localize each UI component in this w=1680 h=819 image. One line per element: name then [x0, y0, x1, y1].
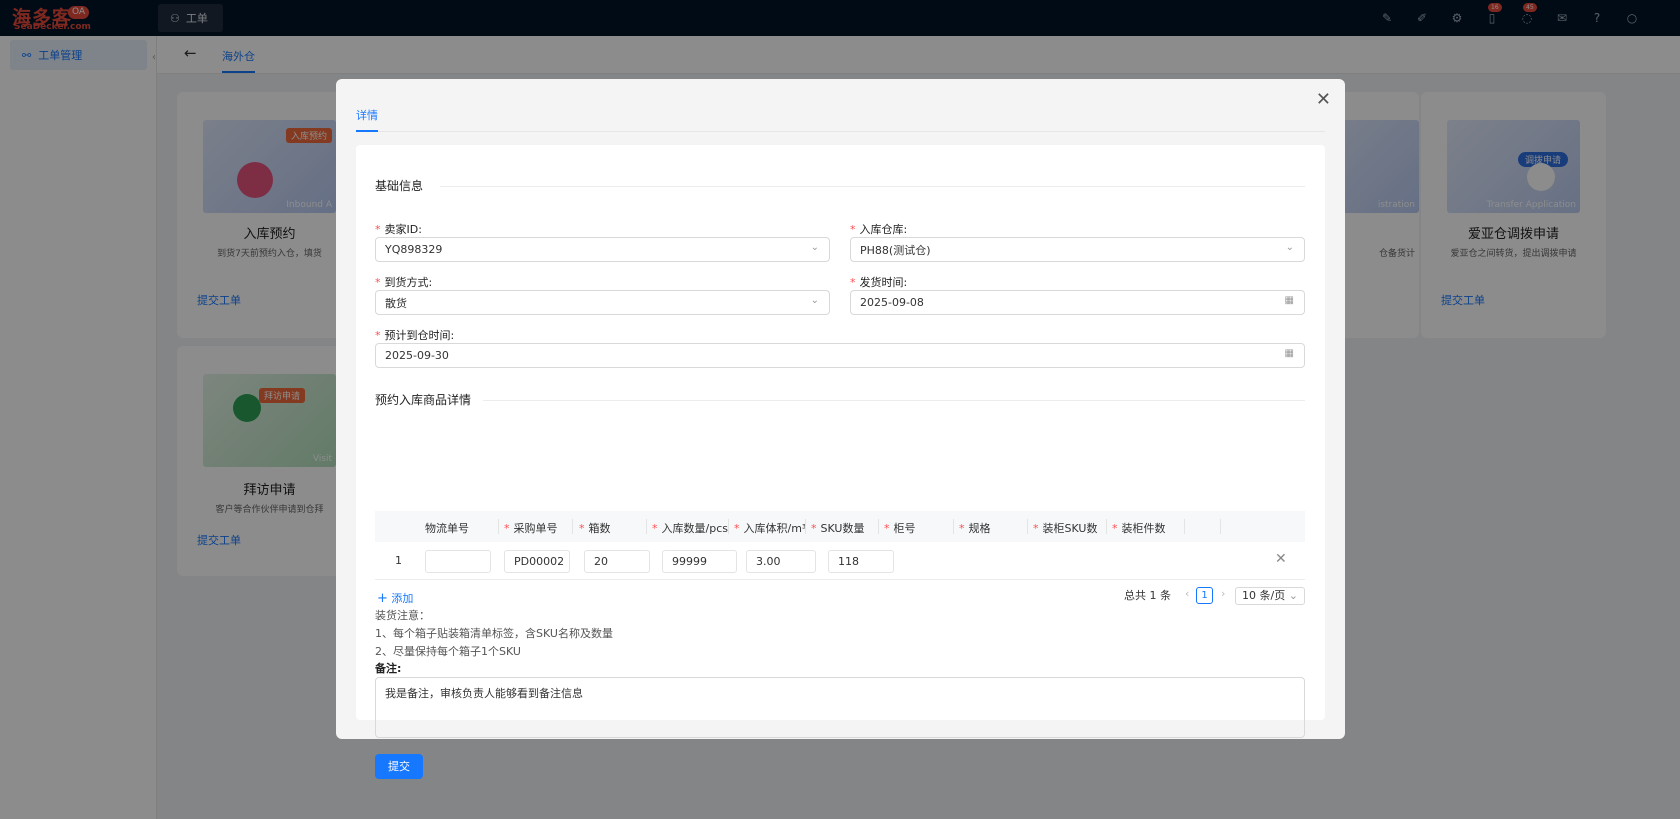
col-sep: [953, 519, 954, 534]
col-po-no: * 采购单号: [504, 522, 558, 535]
chevron-down-icon: ⌄: [1288, 589, 1298, 602]
qty-input[interactable]: 99999: [662, 550, 737, 573]
submit-button[interactable]: 提交: [375, 754, 423, 779]
ship-time-label: * 发货时间:: [850, 276, 908, 289]
add-row-button[interactable]: + 添加: [377, 590, 413, 606]
pager-next-icon[interactable]: ›: [1221, 587, 1225, 600]
seller-id-label: * 卖家ID:: [375, 223, 422, 236]
col-spec: * 规格: [959, 522, 991, 535]
col-container-pcs: * 装柜件数: [1112, 522, 1166, 535]
ship-time-picker[interactable]: 2025-09-08 ▦: [850, 290, 1305, 315]
boxes-input[interactable]: 20: [584, 550, 650, 573]
col-qty: * 入库数量/pcs: [652, 522, 728, 535]
col-volume: * 入库体积/m³: [734, 522, 807, 535]
col-sku: * SKU数量: [811, 522, 865, 535]
remark-textarea[interactable]: 我是备注，审核负责人能够看到备注信息: [375, 677, 1305, 738]
po-no-input[interactable]: PD00002: [504, 550, 570, 573]
volume-input[interactable]: 3.00: [746, 550, 816, 573]
col-sep: [498, 519, 499, 534]
tab-underline: [356, 130, 378, 132]
chevron-down-icon: ⌄: [1285, 242, 1294, 253]
col-logistics-no: 物流单号: [425, 522, 469, 535]
col-container-sku: * 装柜SKU数: [1033, 522, 1098, 535]
goods-table-header: 物流单号 * 采购单号 * 箱数 * 入库数量/pcs * 入库体积/m³ * SKU数量…: [375, 511, 1305, 542]
row-index: 1: [395, 554, 402, 567]
arrival-method-label: * 到货方式:: [375, 276, 433, 289]
section-divider: [440, 186, 1305, 187]
logistics-no-input[interactable]: [425, 550, 491, 573]
chevron-down-icon: ⌄: [810, 242, 819, 253]
col-sep: [572, 519, 573, 534]
section-basic-info: 基础信息: [375, 177, 423, 194]
section-divider: [483, 400, 1305, 401]
note-line: 2、尽量保持每个箱子1个SKU: [375, 645, 521, 658]
pager-page[interactable]: 1: [1196, 587, 1213, 604]
col-container-no: * 柜号: [884, 522, 916, 535]
remark-label: 备注:: [375, 662, 402, 675]
col-sep: [1220, 519, 1221, 534]
col-sep: [878, 519, 879, 534]
note-line: 1、每个箱子贴装箱清单标签，含SKU名称及数量: [375, 627, 613, 640]
eta-picker[interactable]: 2025-09-30 ▦: [375, 343, 1305, 368]
tab-divider: [356, 131, 1325, 132]
col-sep: [805, 519, 806, 534]
calendar-icon: ▦: [1284, 295, 1294, 306]
plus-icon: +: [377, 591, 388, 606]
arrival-method-select[interactable]: 散货 ⌄: [375, 290, 830, 315]
col-sep: [646, 519, 647, 534]
seller-id-select[interactable]: YQ898329 ⌄: [375, 237, 830, 262]
note-line: 装货注意：: [375, 609, 430, 622]
col-sep: [1184, 519, 1185, 534]
table-row: 1 PD00002 20 99999 3.00 118 ✕: [375, 542, 1305, 580]
section-title: 基础信息: [375, 179, 424, 193]
eta-label: * 预计到仓时间:: [375, 329, 455, 342]
section-title: 预约入库商品详情: [375, 393, 472, 407]
close-icon[interactable]: ✕: [1316, 91, 1331, 109]
pager-total: 总共 1 条: [1124, 589, 1171, 602]
chevron-down-icon: ⌄: [810, 295, 819, 306]
delete-row-icon[interactable]: ✕: [1275, 551, 1287, 567]
pager-prev-icon[interactable]: ‹: [1185, 587, 1189, 600]
detail-panel: 基础信息 * 卖家ID: YQ898329 ⌄ * 入库仓库: PH88(测试仓) ⌄ …: [356, 145, 1325, 779]
col-boxes: * 箱数: [579, 522, 611, 535]
tab-detail[interactable]: 详情: [356, 107, 378, 123]
calendar-icon: ▦: [1284, 348, 1294, 359]
col-sep: [1027, 519, 1028, 534]
col-sep: [728, 519, 729, 534]
section-goods: 预约入库商品详情: [375, 391, 471, 408]
warehouse-select[interactable]: PH88(测试仓) ⌄: [850, 237, 1305, 262]
sku-input[interactable]: 118: [828, 550, 894, 573]
pager-size-select[interactable]: 10 条/页 ⌄: [1235, 587, 1305, 605]
col-sep: [1106, 519, 1107, 534]
detail-modal: ✕ 详情 基础信息 * 卖家ID: YQ898329 ⌄ * 入库仓库: PH88(测…: [336, 79, 1345, 779]
warehouse-label: * 入库仓库:: [850, 223, 908, 236]
